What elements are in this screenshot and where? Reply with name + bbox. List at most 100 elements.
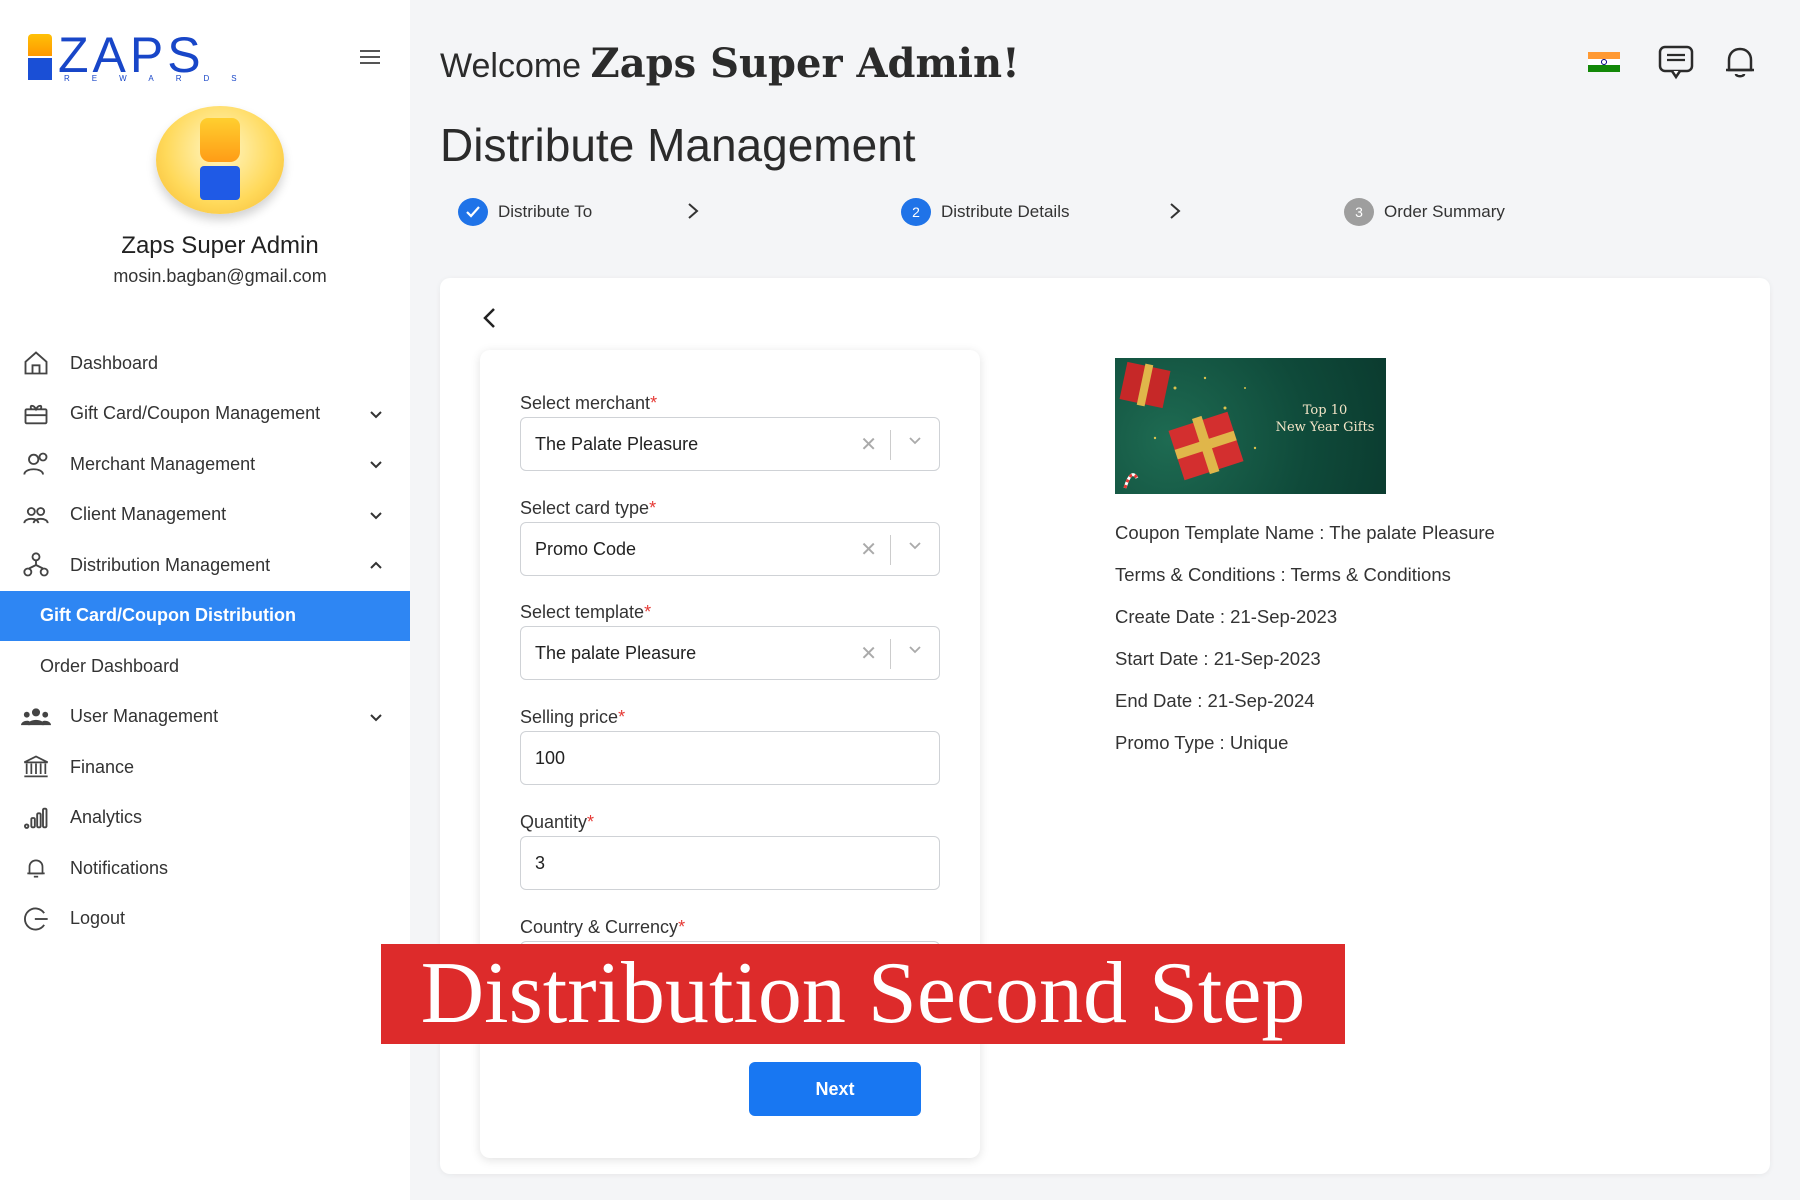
selling-price-label: Selling price* [520, 707, 626, 727]
quantity-value: 3 [535, 852, 546, 873]
sidebar-item-label: Distribution Management [70, 554, 271, 575]
chevron-up-icon [370, 561, 382, 569]
sidebar-item-label: Order Dashboard [40, 655, 180, 676]
merchant-select[interactable]: The Palate Pleasure ✕ [520, 417, 940, 471]
step-banner: Distribution Second Step [381, 944, 1345, 1044]
page-title: Distribute Management [440, 119, 916, 171]
sidebar-item-label: Gift Card/Coupon Distribution [40, 605, 296, 626]
chat-icon[interactable] [1657, 44, 1695, 80]
sidebar-item-gift-card-distribution[interactable]: Gift Card/Coupon Distribution [0, 590, 410, 641]
bell-icon[interactable] [1721, 44, 1759, 80]
next-button[interactable]: Next [749, 1062, 921, 1116]
profile-name: Zaps Super Admin [121, 232, 319, 259]
sidebar-nav: Dashboard Gift Card/Coupon Management Me… [0, 338, 410, 944]
card-type-select[interactable]: Promo Code ✕ [520, 522, 940, 576]
chevron-right-icon [1170, 203, 1181, 219]
detail-create-date: Create Date : 21-Sep-2023 [1115, 606, 1338, 627]
sidebar-item-label: Gift Card/Coupon Management [70, 403, 321, 424]
clear-icon[interactable]: ✕ [860, 432, 877, 457]
avatar [156, 106, 284, 214]
sidebar-item-client-management[interactable]: Client Management [0, 490, 410, 541]
sidebar-item-label: Logout [70, 908, 126, 929]
step-distribute-to[interactable]: Distribute To [458, 198, 592, 226]
clear-icon[interactable]: ✕ [860, 641, 877, 666]
step-order-summary[interactable]: 3 Order Summary [1344, 198, 1505, 226]
sidebar-item-label: Finance [70, 756, 135, 777]
step-number: 2 [901, 198, 931, 226]
sidebar-item-analytics[interactable]: Analytics [0, 793, 410, 844]
sidebar-item-order-dashboard[interactable]: Order Dashboard [0, 641, 410, 692]
sidebar-item-logout[interactable]: Logout [0, 894, 410, 945]
sidebar-item-label: Client Management [70, 504, 227, 525]
chevron-down-icon[interactable] [907, 641, 923, 657]
sidebar-item-distribution-management[interactable]: Distribution Management [0, 540, 410, 591]
template-select[interactable]: The palate Pleasure ✕ [520, 626, 940, 680]
country-currency-label: Country & Currency* [520, 917, 686, 937]
sidebar-item-label: Merchant Management [70, 453, 256, 474]
sidebar-item-finance[interactable]: Finance [0, 742, 410, 793]
clear-icon[interactable]: ✕ [860, 537, 877, 562]
step-label: Distribute To [498, 202, 593, 221]
sidebar-item-label: Dashboard [70, 352, 159, 373]
detail-template-name: Coupon Template Name : The palate Pleasu… [1115, 522, 1495, 543]
sidebar: ZAPS REWARDS Zaps Super Admin mosin.bagb… [0, 0, 410, 1200]
detail-terms: Terms & Conditions : Terms & Conditions [1115, 564, 1451, 585]
clients-icon [20, 499, 52, 531]
chevron-down-icon[interactable] [907, 432, 923, 448]
detail-promo-type: Promo Type : Unique [1115, 732, 1289, 753]
merchant-value: The Palate Pleasure [535, 433, 699, 454]
sidebar-item-merchant-management[interactable]: Merchant Management [0, 439, 410, 490]
users-icon [20, 701, 52, 733]
detail-start-date: Start Date : 21-Sep-2023 [1115, 648, 1321, 669]
welcome-name: Zaps Super Admin! [590, 40, 1020, 87]
sidebar-item-label: User Management [70, 706, 219, 727]
sidebar-item-gift-card-management[interactable]: Gift Card/Coupon Management [0, 389, 410, 440]
step-distribute-details[interactable]: 2 Distribute Details [901, 198, 1070, 226]
logo-mark-icon [28, 34, 52, 82]
analytics-icon [20, 802, 52, 834]
merchant-label: Select merchant* [520, 393, 658, 413]
step-label: Distribute Details [941, 202, 1070, 221]
quantity-input[interactable]: 3 [520, 836, 940, 890]
zaps-logo[interactable]: ZAPS REWARDS [28, 27, 237, 83]
gift-icon [20, 398, 52, 430]
selling-price-input[interactable]: 100 [520, 731, 940, 785]
template-image: Top 10 New Year Gifts [1115, 358, 1386, 494]
menu-toggle-icon[interactable] [358, 46, 382, 70]
chevron-down-icon [370, 461, 382, 469]
back-arrow-icon[interactable] [478, 303, 502, 333]
sidebar-item-label: Notifications [70, 857, 169, 878]
bell-icon [20, 852, 52, 884]
quantity-label: Quantity* [520, 812, 595, 832]
card-type-value: Promo Code [535, 538, 637, 559]
logout-icon [20, 903, 52, 935]
chevron-down-icon [370, 713, 382, 721]
distribution-icon [20, 549, 52, 581]
profile-email: mosin.bagban@gmail.com [113, 266, 327, 286]
merchant-icon [20, 448, 52, 480]
chevron-down-icon [370, 511, 382, 519]
sidebar-item-notifications[interactable]: Notifications [0, 843, 410, 894]
sidebar-item-label: Analytics [70, 807, 143, 828]
step-number: 3 [1344, 198, 1374, 226]
sidebar-item-dashboard[interactable]: Dashboard [0, 338, 410, 389]
template-label: Select template* [520, 602, 652, 622]
template-caption: Top 10 New Year Gifts [1275, 403, 1375, 435]
chevron-right-icon [688, 203, 699, 219]
india-flag-icon[interactable] [1588, 52, 1620, 72]
check-icon [458, 198, 488, 226]
welcome-heading: Welcome Zaps Super Admin! [440, 40, 1020, 87]
chevron-down-icon [370, 410, 382, 418]
welcome-prefix: Welcome [440, 47, 582, 85]
logo-subtext: REWARDS [64, 74, 259, 83]
step-label: Order Summary [1384, 202, 1505, 221]
home-icon [20, 347, 52, 379]
logo-text: ZAPS [58, 27, 205, 83]
bank-icon [20, 751, 52, 783]
detail-end-date: End Date : 21-Sep-2024 [1115, 690, 1315, 711]
chevron-down-icon[interactable] [907, 537, 923, 553]
sidebar-item-user-management[interactable]: User Management [0, 692, 410, 743]
template-value: The palate Pleasure [535, 642, 697, 663]
card-type-label: Select card type* [520, 498, 657, 518]
selling-price-value: 100 [535, 747, 566, 768]
